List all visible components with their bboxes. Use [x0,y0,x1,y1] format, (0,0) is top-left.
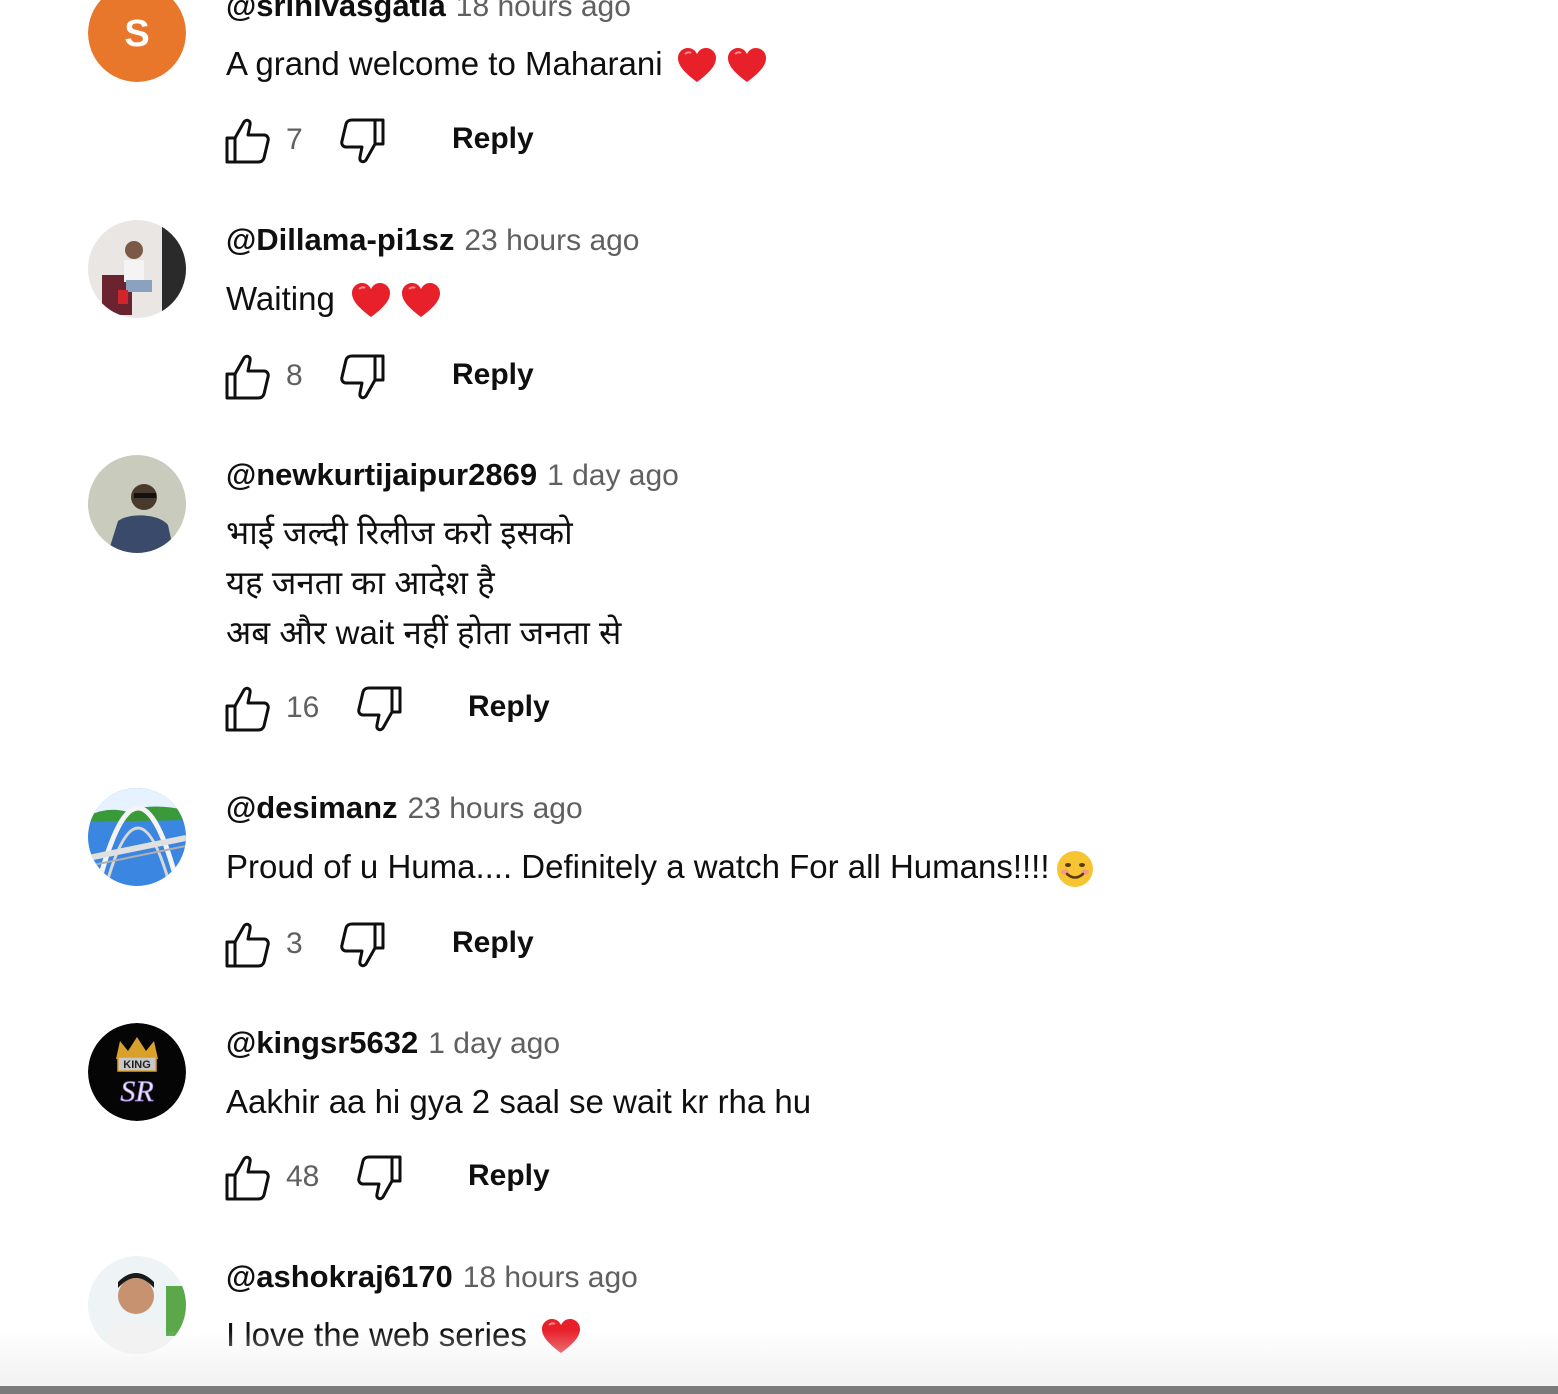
avatar-sr-text: SR [120,1075,153,1108]
avatar-king-text: KING [123,1059,151,1071]
comment-text: भाई जल्दी रिलीज करो इसको यह जनता का आदेश… [226,508,621,658]
comment-header: @newkurtijaipur2869 1 day ago [226,457,679,493]
avatar[interactable] [88,455,186,553]
thumbs-up-icon[interactable] [222,920,272,970]
thumbs-down-icon[interactable] [338,352,388,402]
reply-button[interactable]: Reply [452,122,534,156]
smiling-face-emoji-icon [1056,850,1094,888]
comment-header: @ashokraj6170 18 hours ago [226,1259,638,1295]
comment-text: Waiting [226,274,441,324]
comment-author[interactable]: @Dillama-pi1sz [226,222,454,257]
thumbs-down-icon[interactable] [355,1153,405,1203]
comment-line: Proud of u Huma.... Definitely a watch F… [226,842,1094,892]
comment-line: Waiting [226,274,441,324]
comment-text: A grand welcome to Maharani [226,39,767,89]
comments-page: S @srinivasgatla 18 hours ago A grand wel… [0,0,1558,1394]
like-count: 48 [286,1160,320,1193]
comment-author[interactable]: @kingsr5632 [226,1025,418,1060]
comment-time[interactable]: 18 hours ago [456,0,631,23]
reply-button[interactable]: Reply [452,358,534,392]
thumbs-down-icon[interactable] [338,920,388,970]
comment-time[interactable]: 23 hours ago [408,792,583,825]
like-count: 8 [286,359,303,392]
like-count: 7 [286,123,303,156]
avatar-letter-image: S [88,0,186,82]
comment-header: @desimanz 23 hours ago [226,790,583,826]
comment-line: अब और wait नहीं होता जनता से [226,614,622,651]
comment-author[interactable]: @newkurtijaipur2869 [226,457,537,492]
comment-time[interactable]: 1 day ago [428,1027,560,1060]
avatar[interactable]: S [88,0,186,82]
like-count: 16 [286,691,320,724]
comment-author[interactable]: @ashokraj6170 [226,1259,453,1294]
avatar-photo-image [88,220,186,318]
heart-emoji-icon [351,283,391,319]
reply-button[interactable]: Reply [452,926,534,960]
thumbs-up-icon[interactable] [222,1153,272,1203]
avatar[interactable]: KING SR [88,1023,186,1121]
comment-text: I love the web series [226,1310,581,1360]
like-count: 3 [286,927,303,960]
avatar-king-logo-image: KING SR [88,1023,186,1121]
comment-header: @Dillama-pi1sz 23 hours ago [226,222,640,258]
avatar-photo-image [88,1256,186,1354]
comment-header: @kingsr5632 1 day ago [226,1025,560,1061]
thumbs-up-icon[interactable] [222,352,272,402]
heart-emoji-icon [541,1319,581,1355]
comment-header: @srinivasgatla 18 hours ago [226,0,631,24]
thumbs-down-icon[interactable] [338,116,388,166]
comment-line: I love the web series [226,1310,581,1360]
comment-line: यह जनता का आदेश है [226,564,495,601]
comment-author[interactable]: @desimanz [226,790,398,825]
comment-text: Aakhir aa hi gya 2 saal se wait kr rha h… [226,1077,811,1127]
heart-emoji-icon [727,48,767,84]
comment-author[interactable]: @srinivasgatla [226,0,446,23]
comment-line-text: Proud of u Huma.... Definitely a watch F… [226,848,1050,885]
avatar[interactable] [88,1256,186,1354]
comment-line: A grand welcome to Maharani [226,39,767,89]
thumbs-up-icon[interactable] [222,116,272,166]
comment-time[interactable]: 1 day ago [547,459,679,492]
comment-text: Proud of u Huma.... Definitely a watch F… [226,842,1094,892]
comment-line-text: I love the web series [226,1316,527,1353]
thumbs-up-icon[interactable] [222,684,272,734]
comment-line: भाई जल्दी रिलीज करो इसको [226,514,573,551]
comment-line: Aakhir aa hi gya 2 saal se wait kr rha h… [226,1083,812,1120]
heart-emoji-icon [677,48,717,84]
avatar[interactable] [88,788,186,886]
comment-line-text: A grand welcome to Maharani [226,45,663,82]
comment-time[interactable]: 23 hours ago [464,224,639,257]
window-bottom-edge [0,1386,1558,1394]
avatar-letter: S [124,13,149,55]
avatar-bridge-image [88,788,186,886]
reply-button[interactable]: Reply [468,690,550,724]
reply-button[interactable]: Reply [468,1159,550,1193]
avatar[interactable] [88,220,186,318]
comment-line-text: Waiting [226,280,335,317]
heart-emoji-icon [401,283,441,319]
comment-time[interactable]: 18 hours ago [463,1261,638,1294]
avatar-photo-image [88,455,186,553]
thumbs-down-icon[interactable] [355,684,405,734]
